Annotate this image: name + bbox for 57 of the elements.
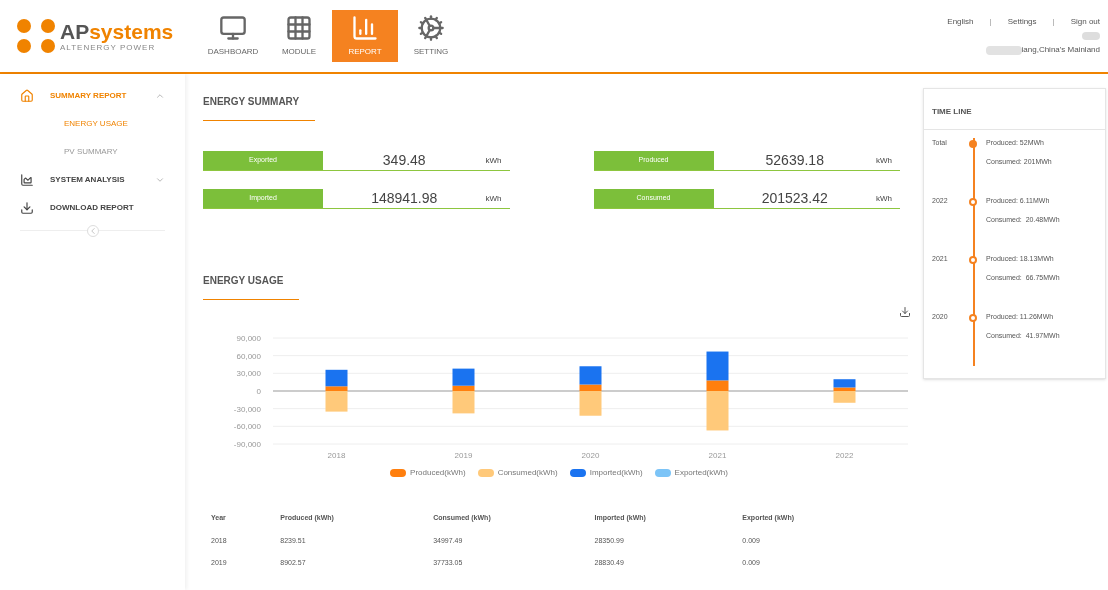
nav-tab[interactable]: SETTING [398,10,464,62]
legend-swatch [477,469,494,477]
axis-tick-label: 2019 [454,451,473,460]
card-unit: kWh [876,192,893,205]
legend-label: Produced(kWh) [410,467,466,479]
user-location: iang,China's Mainland [1021,44,1100,56]
card-value: 148941.98 [370,189,439,208]
axis-tick-label: 2021 [708,451,727,460]
axis-tick-label: -90,000 [233,440,261,449]
logo-icon [16,18,56,54]
header-link[interactable]: Sign out [1070,16,1100,28]
section-title: ENERGY SUMMARY [203,96,300,107]
axis-tick-label: 2018 [327,451,346,460]
card-value: 201523.42 [760,189,829,208]
settings-icon [417,14,445,42]
axis-tick-label: -60,000 [233,422,261,432]
legend-swatch [654,469,671,477]
nav-tab[interactable]: DASHBOARD [200,10,266,62]
brand-tagline: ALTENERGY POWER [60,43,156,52]
card-unit: kWh [485,192,503,205]
card-unit: kWh [485,154,503,167]
monitor-icon [219,14,247,42]
card-value: 52639.18 [764,151,825,170]
sidebar-item[interactable]: SYSTEM ANALYSIS [0,166,185,194]
redacted-block [985,45,1022,55]
legend-label: Consumed(kWh) [497,467,558,479]
sidebar-item[interactable]: DOWNLOAD REPORT [0,194,185,222]
grid-icon [285,14,313,42]
chevron-icon [155,91,165,101]
legend-swatch [390,469,407,477]
nav-tab[interactable]: MODULE [266,10,332,62]
area-chart-icon [20,173,34,187]
axis-tick-label: 0 [256,387,261,396]
panel-title: TIME LINE [932,107,972,116]
legend-label: Imported(kWh) [589,467,643,479]
axis-tick-label: 2020 [581,451,600,460]
separator: | [989,16,992,28]
separator: | [1052,16,1055,28]
chevron-icon [155,175,165,185]
header-link[interactable]: Settings [1007,16,1037,28]
legend-label: Exported(kWh) [674,467,728,479]
header-link[interactable]: English [947,16,974,28]
axis-tick-label: 30,000 [236,369,261,379]
axis-tick-label: 90,000 [236,334,261,343]
section-title: ENERGY USAGE [203,275,284,286]
axis-tick-label: -30,000 [233,404,261,414]
card-unit: kWh [876,154,893,167]
home-icon [20,89,34,103]
download-icon [20,201,34,215]
brand-name: APsystems [60,20,174,42]
axis-tick-label: 2022 [835,451,854,460]
card-value: 349.48 [381,151,427,170]
redacted-block [1082,32,1100,40]
download-icon[interactable] [899,306,911,318]
axis-tick-label: 60,000 [236,351,261,361]
legend-swatch [569,469,586,477]
bar-chart-icon [351,14,379,42]
